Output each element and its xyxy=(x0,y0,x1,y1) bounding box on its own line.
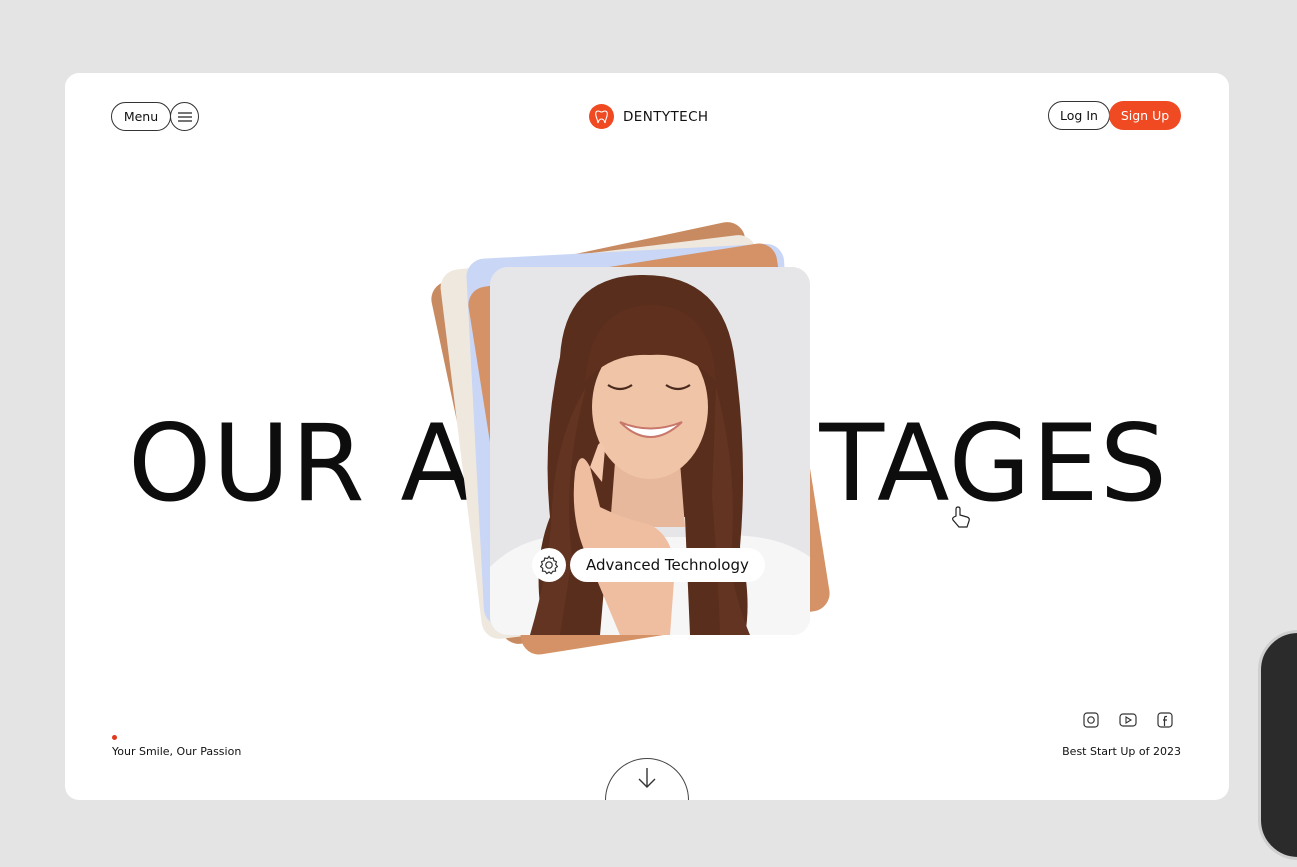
brand-name: DENTYTECH xyxy=(623,108,709,125)
instagram-icon[interactable] xyxy=(1082,711,1100,729)
gear-icon xyxy=(532,548,566,582)
menu-button[interactable]: Menu xyxy=(111,102,171,131)
landing-page: Menu DENTYTECH Log In Sign Up OUR A TAGE… xyxy=(65,73,1229,800)
tooth-icon xyxy=(589,104,614,129)
card-label: Advanced Technology xyxy=(570,548,765,582)
login-button[interactable]: Log In xyxy=(1048,101,1110,130)
menu-icon-button[interactable] xyxy=(170,102,199,131)
facebook-icon[interactable] xyxy=(1156,711,1174,729)
social-links xyxy=(1082,711,1193,729)
feature-card[interactable]: Advanced Technology xyxy=(490,267,810,635)
indicator-dot xyxy=(112,735,117,740)
award-text: Best Start Up of 2023 xyxy=(1062,745,1181,758)
brand-logo[interactable]: DENTYTECH xyxy=(589,104,708,129)
hamburger-icon xyxy=(177,111,192,122)
signup-button[interactable]: Sign Up xyxy=(1109,101,1181,130)
menu-control[interactable]: Menu xyxy=(111,102,199,131)
scroll-down-button[interactable] xyxy=(605,758,689,800)
youtube-icon[interactable] xyxy=(1119,711,1137,729)
headline-right-text: TAGES xyxy=(819,402,1168,525)
arrow-down-icon xyxy=(638,768,656,788)
tagline: Your Smile, Our Passion xyxy=(112,745,242,758)
auth-buttons: Log In Sign Up xyxy=(1048,101,1181,130)
headline-left-text: OUR A xyxy=(128,402,474,525)
cursor-hand-icon xyxy=(950,506,972,534)
side-object xyxy=(1258,630,1297,860)
card-label-row: Advanced Technology xyxy=(532,548,765,582)
